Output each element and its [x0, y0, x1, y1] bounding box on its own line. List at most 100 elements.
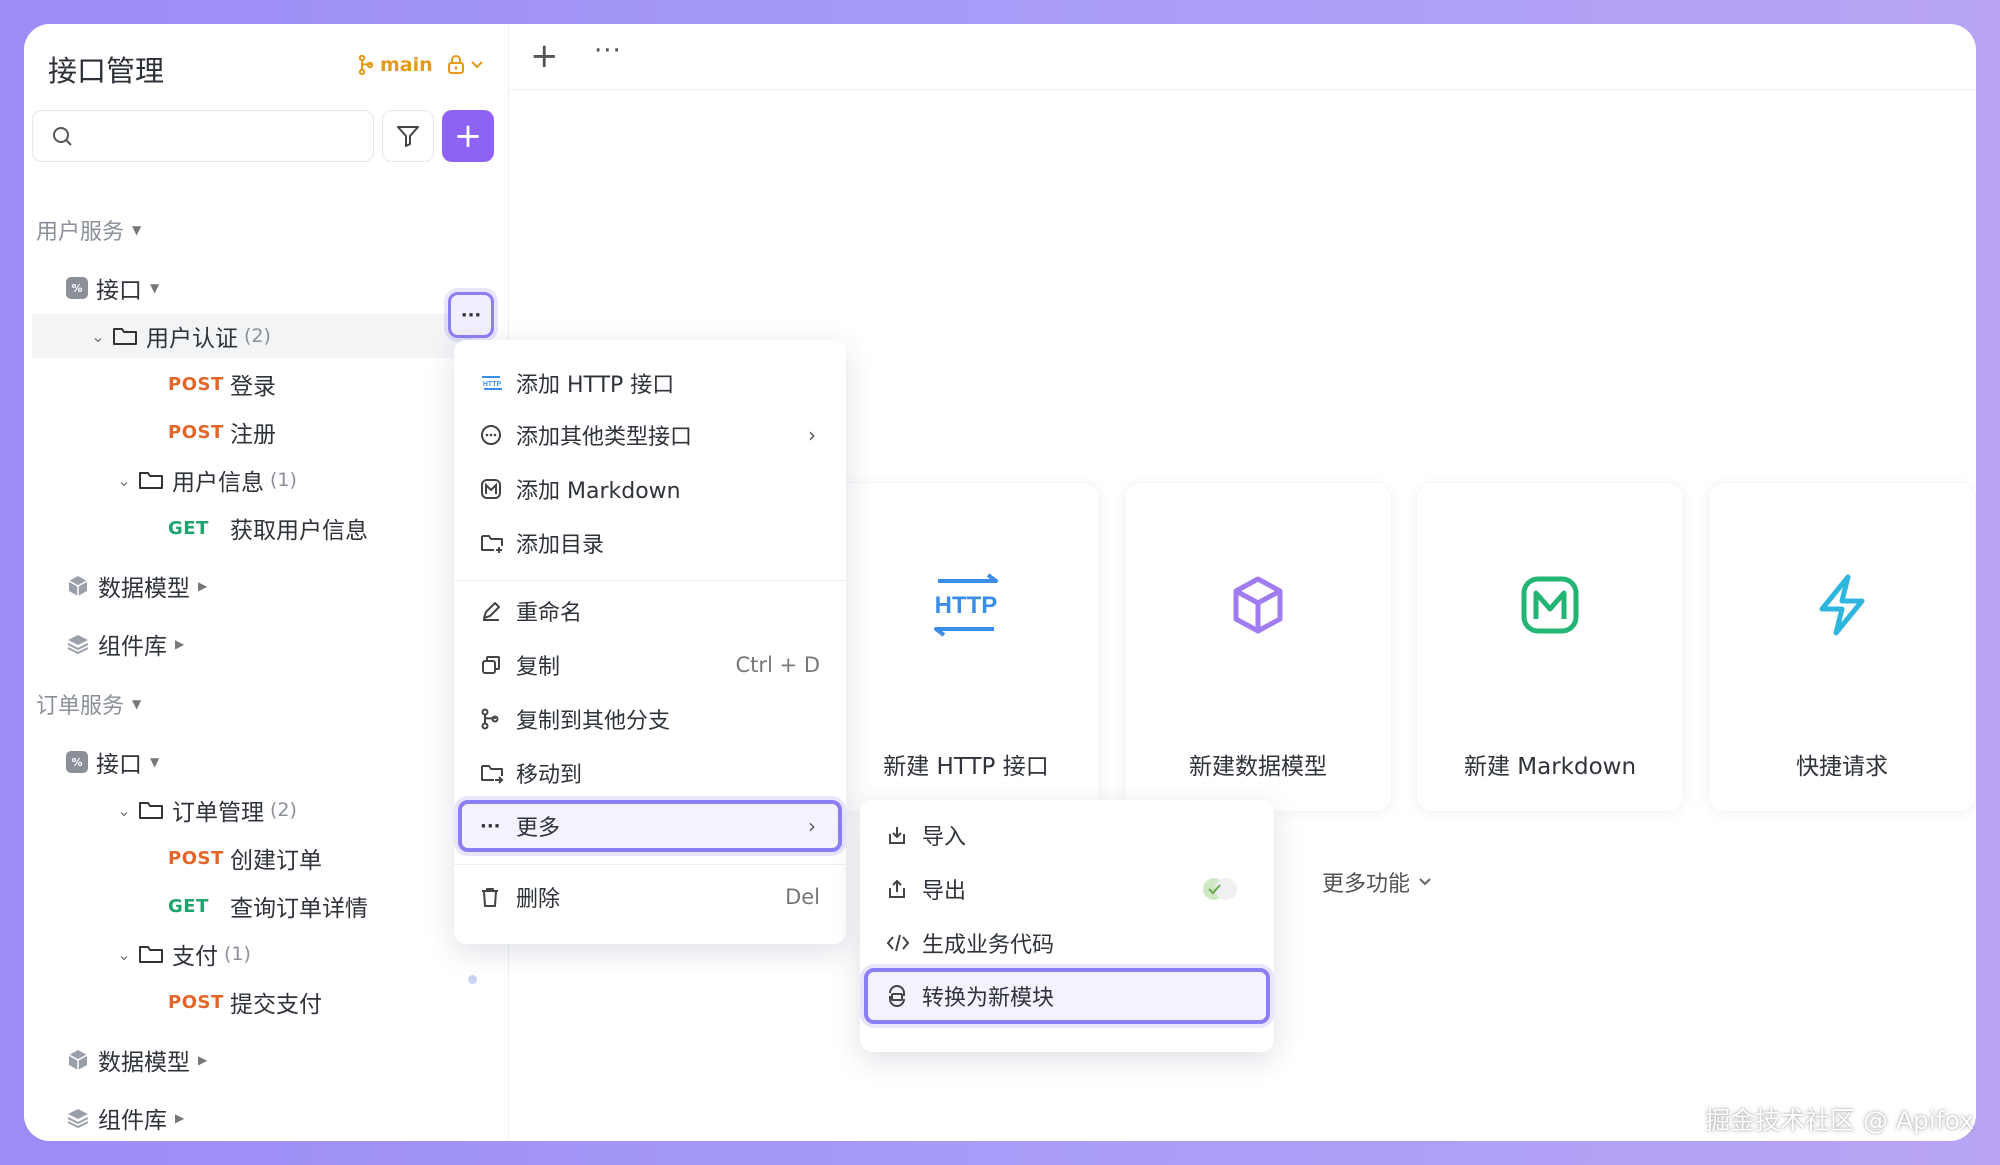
- menu-label: 更多: [516, 816, 561, 841]
- layers-icon: [67, 635, 89, 655]
- tree-folder-order-mgmt[interactable]: ⌄ 订单管理 (2): [110, 788, 297, 832]
- module-convert-icon: [889, 985, 905, 1007]
- chevron-down-icon: ⌄: [117, 800, 131, 820]
- caret-down-icon: ▼: [150, 755, 160, 769]
- submenu-export[interactable]: 导出: [868, 864, 1266, 914]
- method-badge: POST: [168, 847, 224, 869]
- tab-bar: + ···: [510, 24, 1976, 90]
- tree-endpoint[interactable]: POST 创建订单: [168, 836, 322, 880]
- tree-components[interactable]: 组件库 ▶: [66, 1096, 184, 1140]
- cube-icon: [1233, 576, 1283, 634]
- filter-button[interactable]: [382, 110, 434, 162]
- caret-right-icon: ▶: [175, 1111, 185, 1125]
- context-menu: HTTP 添加 HTTP 接口 添加其他类型接口 › 添加 Markdown 添…: [454, 340, 846, 944]
- export-icon: [889, 879, 905, 898]
- menu-add-other-api[interactable]: 添加其他类型接口 ›: [462, 410, 838, 460]
- search-input[interactable]: [32, 110, 374, 162]
- tree-label: 数据模型: [98, 1050, 190, 1076]
- branch-icon: [481, 708, 499, 730]
- tree-folder-user-auth[interactable]: ⌄ 用户认证 (2): [32, 314, 472, 358]
- search-icon: [53, 127, 72, 146]
- tree-endpoint[interactable]: POST 注册: [168, 410, 276, 454]
- tab-more-button[interactable]: ···: [594, 36, 622, 66]
- tree-label: 接口: [96, 752, 142, 778]
- layers-icon: [67, 1109, 89, 1129]
- menu-more[interactable]: ··· 更多 ›: [458, 800, 842, 852]
- ellipsis-icon: ···: [460, 304, 482, 326]
- group-label: 用户服务: [36, 220, 125, 245]
- card-label: 新建 HTTP 接口: [883, 754, 1049, 780]
- new-tab-button[interactable]: +: [530, 36, 559, 76]
- menu-label: 添加 Markdown: [516, 479, 681, 504]
- tree-endpoint[interactable]: POST 提交支付: [168, 980, 322, 1024]
- tree-api-node[interactable]: % 接口 ▼: [66, 266, 159, 310]
- menu-label: 复制到其他分支: [516, 709, 671, 734]
- plus-icon: +: [530, 36, 559, 76]
- watermark: 掘金技术社区 @ Apifox: [1705, 1106, 1974, 1135]
- card-label: 快捷请求: [1796, 754, 1888, 780]
- menu-add-http[interactable]: HTTP 添加 HTTP 接口: [462, 358, 838, 408]
- card-new-data-model[interactable]: 新建数据模型: [1124, 482, 1392, 812]
- menu-label: 生成业务代码: [922, 933, 1055, 958]
- tree-api-node[interactable]: % 接口 ▼: [66, 740, 159, 784]
- menu-label: 移动到: [516, 763, 583, 788]
- card-quick-request[interactable]: 快捷请求: [1708, 482, 1976, 812]
- caret-down-icon: ▼: [132, 223, 142, 237]
- endpoint-name: 登录: [230, 374, 276, 400]
- svg-text:HTTP: HTTP: [483, 381, 502, 388]
- filter-icon: [397, 126, 419, 147]
- tree-endpoint[interactable]: GET 获取用户信息: [168, 506, 368, 550]
- submenu-generate-code[interactable]: 生成业务代码: [868, 918, 1266, 968]
- endpoint-name: 创建订单: [230, 848, 322, 874]
- api-icon: %: [66, 277, 88, 299]
- import-icon: [889, 827, 905, 844]
- chevron-down-icon: ⌄: [91, 326, 105, 346]
- menu-shortcut: Del: [785, 885, 820, 909]
- menu-add-folder[interactable]: 添加目录: [462, 518, 838, 568]
- chevron-right-icon: ›: [808, 814, 816, 838]
- menu-label: 导入: [922, 825, 967, 850]
- folder-count: (2): [244, 325, 271, 347]
- tree-endpoint[interactable]: POST 登录: [168, 362, 276, 406]
- markdown-icon: [1521, 576, 1579, 634]
- tree-label: 组件库: [98, 634, 167, 660]
- menu-copy[interactable]: 复制 Ctrl + D: [462, 640, 838, 690]
- tree-endpoint[interactable]: GET 查询订单详情: [168, 884, 368, 928]
- cube-icon: [68, 1050, 88, 1070]
- tree-data-model[interactable]: 数据模型 ▶: [66, 564, 207, 608]
- more-features-button[interactable]: 更多功能: [1322, 866, 1432, 898]
- menu-rename[interactable]: 重命名: [462, 586, 838, 636]
- tree-components[interactable]: 组件库 ▶: [66, 622, 184, 666]
- group-user-service[interactable]: 用户服务 ▼: [36, 208, 141, 252]
- menu-copy-to-branch[interactable]: 复制到其他分支: [462, 694, 838, 744]
- chevron-right-icon: ›: [808, 423, 816, 447]
- sidebar-title: 接口管理: [48, 54, 165, 88]
- endpoint-name: 提交支付: [230, 992, 322, 1018]
- folder-count: (1): [224, 943, 251, 965]
- card-new-http[interactable]: HTTP 新建 HTTP 接口: [832, 482, 1100, 812]
- endpoint-name: 查询订单详情: [230, 896, 368, 922]
- branch-selector[interactable]: main: [358, 54, 483, 76]
- branch-name: main: [380, 54, 433, 76]
- add-button[interactable]: +: [442, 110, 494, 162]
- menu-move-to[interactable]: 移动到: [462, 748, 838, 798]
- caret-right-icon: ▶: [198, 1053, 208, 1067]
- menu-delete[interactable]: 删除 Del: [462, 872, 838, 922]
- tree-data-model[interactable]: 数据模型 ▶: [66, 1038, 207, 1082]
- submenu-import[interactable]: 导入: [868, 810, 1266, 860]
- pencil-icon: [483, 602, 500, 621]
- submenu-convert-module[interactable]: 转换为新模块: [864, 968, 1270, 1024]
- folder-add-icon: [481, 535, 503, 553]
- method-badge: POST: [168, 421, 224, 443]
- tree-label: 接口: [96, 278, 142, 304]
- http-small-icon: HTTP: [482, 376, 502, 390]
- folder-more-button[interactable]: ···: [448, 292, 494, 338]
- group-order-service[interactable]: 订单服务 ▼: [36, 682, 141, 726]
- http-label: HTTP: [935, 592, 998, 619]
- menu-add-markdown[interactable]: 添加 Markdown: [462, 464, 838, 514]
- chevron-down-icon: [470, 61, 483, 69]
- method-badge: GET: [168, 517, 209, 539]
- tree-folder-user-info[interactable]: ⌄ 用户信息 (1): [110, 458, 297, 502]
- tree-folder-payment[interactable]: ⌄ 支付 (1): [110, 932, 251, 976]
- card-new-markdown[interactable]: 新建 Markdown: [1416, 482, 1684, 812]
